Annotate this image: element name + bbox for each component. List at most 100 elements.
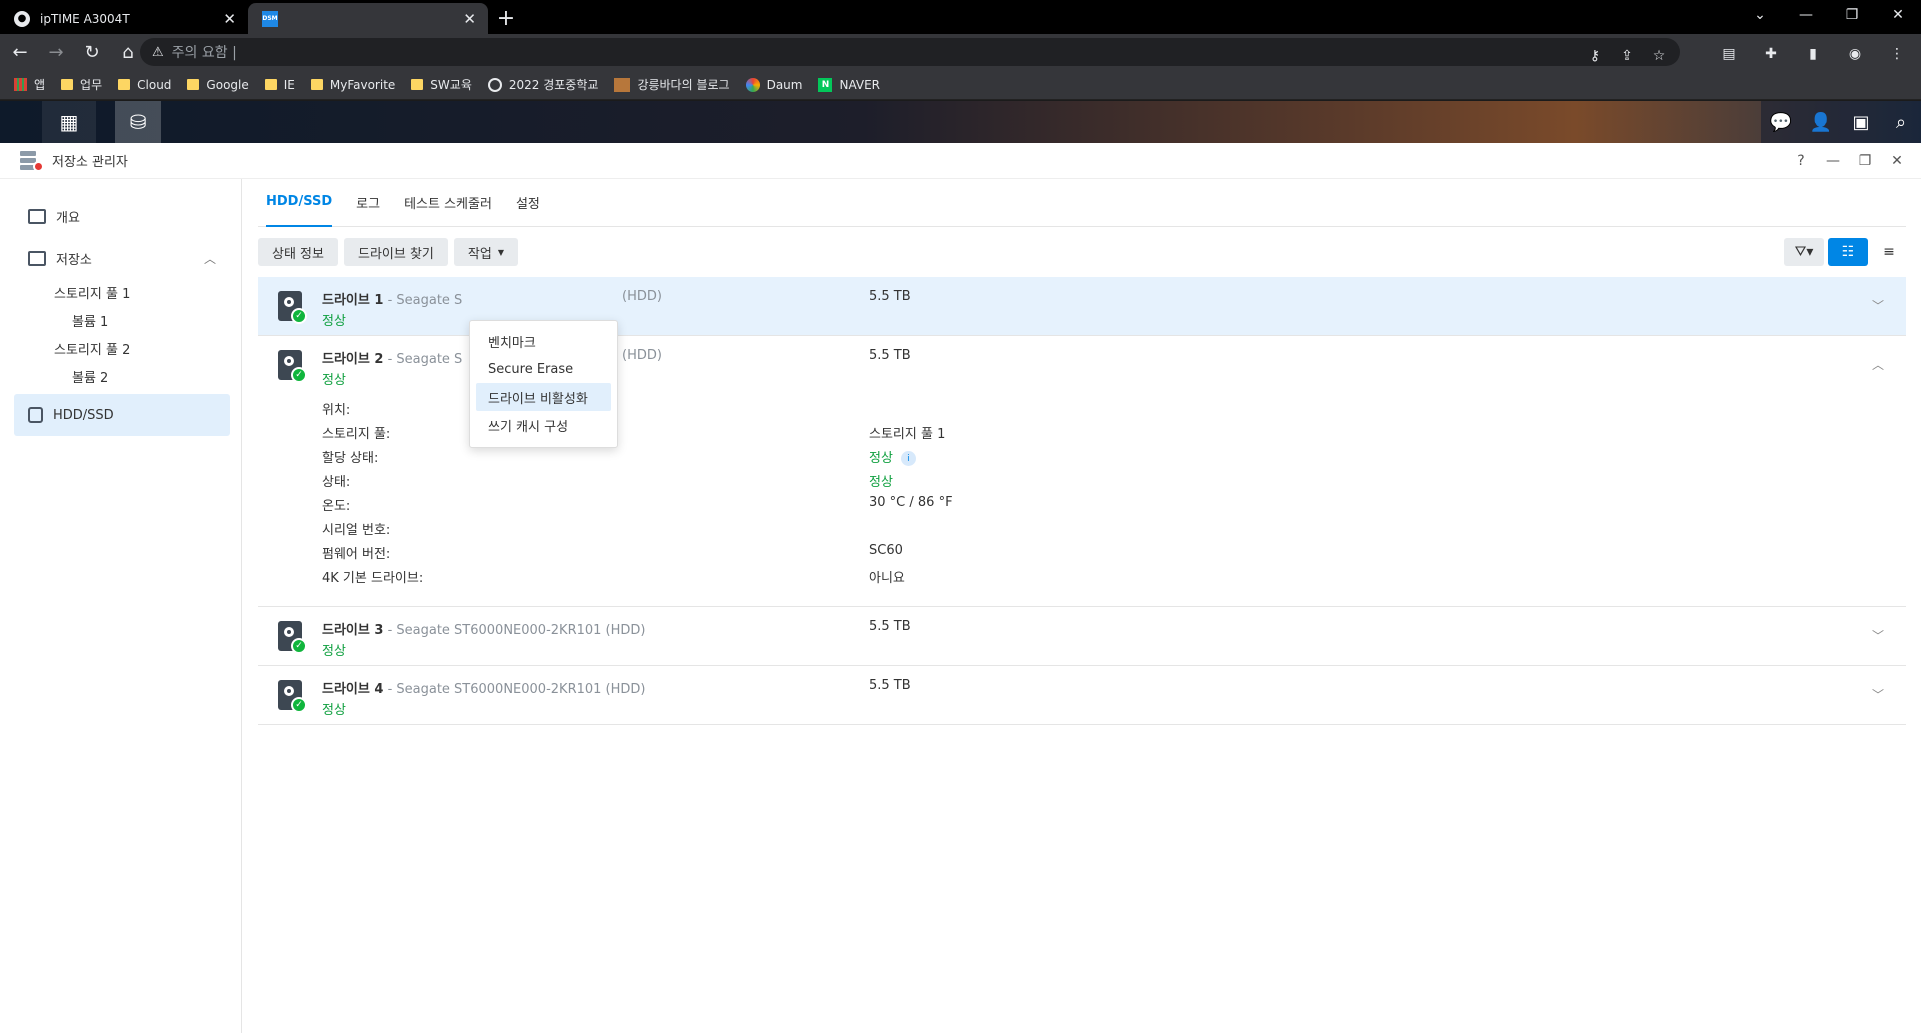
star-icon[interactable]: ☆ (1646, 42, 1672, 70)
detail-label: 스토리지 풀: (322, 427, 391, 442)
chevron-down-icon[interactable]: ⌄ (1737, 0, 1783, 30)
profile-avatar[interactable]: ◉ (1839, 38, 1871, 70)
forward-icon[interactable]: → (40, 36, 72, 68)
hdd-icon (28, 407, 43, 423)
bookmark-folder[interactable]: 업무 (61, 76, 102, 93)
bookmark-link[interactable]: Daum (745, 77, 802, 92)
storage-manager-taskbar-icon[interactable]: ⛁ (115, 101, 161, 143)
bookmark-label: 업무 (80, 78, 103, 92)
action-dropdown-button[interactable]: 작업 ▼ (453, 238, 518, 266)
filter-button[interactable]: ⛛▾ (1784, 238, 1824, 266)
drive-size: 5.5 TB (869, 348, 911, 363)
new-tab-button[interactable]: + (488, 3, 524, 34)
restore-icon[interactable]: ❐ (1829, 0, 1875, 30)
drive-name: 드라이브 3 (322, 623, 384, 638)
detail-value: 30 °C / 86 °F (869, 495, 953, 510)
bookmark-folder[interactable]: SW교육 (411, 76, 472, 93)
bookmark-apps[interactable]: 앱 (14, 76, 45, 93)
action-dropdown-menu: 벤치마크 Secure Erase 드라이브 비활성화 쓰기 캐시 구성 (469, 320, 618, 448)
maximize-icon[interactable]: ❐ (1849, 143, 1881, 179)
drive-status: 정상 (322, 373, 346, 388)
drive-row[interactable]: ✓ 드라이브 4 - Seagate ST6000NE000-2KR101 (H… (258, 666, 1906, 725)
sidebar-item-overview[interactable]: 개요 (14, 195, 230, 237)
share-icon[interactable]: ⇪ (1614, 42, 1640, 70)
daum-icon (745, 77, 760, 92)
bookmark-label: 2022 경포중학교 (508, 78, 599, 92)
storage-manager-window: 저장소 관리자 ? — ❐ ✕ 개요 저장소 ︿ 스토리지 풀 1 볼륨 1 스… (0, 143, 1921, 1033)
status-info-button[interactable]: 상태 정보 (258, 238, 338, 266)
globe-icon (487, 77, 502, 92)
key-icon[interactable]: ⚷ (1582, 42, 1608, 70)
drive-row[interactable]: ✓ 드라이브 3 - Seagate ST6000NE000-2KR101 (H… (258, 607, 1906, 666)
chevron-up-icon[interactable]: ︿ (1872, 356, 1884, 373)
sidebar-item-storage-pool-1[interactable]: 스토리지 풀 1 (14, 278, 230, 306)
menu-item-write-cache[interactable]: 쓰기 캐시 구성 (476, 411, 611, 439)
back-icon[interactable]: ← (4, 36, 36, 68)
chevron-down-icon[interactable]: ﹀ (1872, 297, 1884, 314)
detail-label: 위치: (322, 403, 351, 418)
bookmark-link[interactable]: N NAVER (818, 77, 881, 92)
reload-icon[interactable]: ↻ (76, 36, 108, 68)
bookmark-folder[interactable]: IE (264, 78, 295, 92)
find-drive-button[interactable]: 드라이브 찾기 (343, 238, 448, 266)
menu-item-benchmark[interactable]: 벤치마크 (476, 327, 611, 355)
folder-icon (411, 79, 424, 90)
puzzle-icon[interactable]: ✚ (1755, 38, 1787, 70)
tab-test-scheduler[interactable]: 테스트 스케줄러 (404, 179, 492, 227)
browser-tab-dsm[interactable]: DSM ✕ (248, 3, 488, 34)
browser-tab-iptime[interactable]: ● ipTIME A3004T ✕ (0, 3, 248, 34)
sidebar-item-storage[interactable]: 저장소 ︿ (14, 237, 230, 279)
chat-icon[interactable]: 💬 (1761, 101, 1801, 143)
drive-model: - Seagate S (387, 293, 463, 308)
info-icon[interactable]: i (900, 451, 916, 466)
menu-item-deactivate-drive[interactable]: 드라이브 비활성화 (476, 383, 611, 411)
bookmark-folder[interactable]: MyFavorite (310, 78, 395, 92)
user-icon[interactable]: 👤 (1801, 101, 1841, 143)
more-icon[interactable]: ⋮ (1881, 38, 1913, 70)
drive-model-tail: (HDD) (622, 348, 662, 363)
caret-down-icon: ▼ (497, 247, 504, 257)
detail-value: 아니요 (869, 571, 905, 586)
close-icon[interactable]: ✕ (223, 10, 236, 28)
search-icon[interactable]: ⌕ (1881, 101, 1921, 143)
tab-hdd-ssd[interactable]: HDD/SSD (266, 179, 333, 227)
globe-icon: ● (14, 10, 30, 27)
healthy-check-icon: ✓ (291, 697, 307, 713)
sidepanel-icon[interactable]: ▮ (1797, 38, 1829, 70)
help-button[interactable]: ? (1785, 143, 1817, 179)
menu-item-secure-erase[interactable]: Secure Erase (476, 355, 611, 383)
sidebar-item-storage-pool-2[interactable]: 스토리지 풀 2 (14, 334, 230, 362)
close-window-icon[interactable]: ✕ (1875, 0, 1921, 30)
minimize-icon[interactable]: — (1817, 143, 1849, 179)
extension-icon[interactable]: ▤ (1713, 38, 1745, 70)
bookmark-folder[interactable]: Cloud (118, 78, 171, 92)
detail-label: 온도: (322, 499, 351, 514)
close-icon[interactable]: ✕ (463, 10, 476, 28)
sidebar-item-hdd-ssd[interactable]: HDD/SSD (14, 394, 230, 436)
address-text: 주의 요함 | (171, 45, 237, 61)
bookmark-link[interactable]: 강릉바다의 블로그 (614, 76, 730, 93)
sidebar-item-volume-2[interactable]: 볼륨 2 (14, 362, 230, 390)
storage-manager-icon (20, 150, 44, 172)
tab-log[interactable]: 로그 (356, 179, 380, 227)
tab-title: ipTIME A3004T (40, 11, 130, 26)
minimize-icon[interactable]: — (1783, 0, 1829, 30)
detail-view-button[interactable]: ☷ (1828, 238, 1868, 266)
chevron-down-icon[interactable]: ﹀ (1872, 627, 1884, 644)
bookmark-label: NAVER (839, 77, 881, 92)
main-menu-icon[interactable]: ▦ (42, 101, 96, 143)
close-icon[interactable]: ✕ (1881, 143, 1913, 179)
address-bar[interactable]: ⚠ 주의 요함 | ⚷ ⇪ ☆ (140, 38, 1680, 66)
chevron-down-icon[interactable]: ﹀ (1872, 686, 1884, 703)
sidebar-item-label: 볼륨 2 (72, 370, 109, 386)
bookmark-link[interactable]: 2022 경포중학교 (487, 76, 599, 93)
drive-status: 정상 (322, 703, 346, 718)
sidebar-item-volume-1[interactable]: 볼륨 1 (14, 306, 230, 334)
drive-name: 드라이브 2 (322, 352, 384, 367)
tab-settings[interactable]: 설정 (516, 179, 540, 227)
browser-tabstrip: ● ipTIME A3004T ✕ DSM ✕ + ⌄ — ❐ ✕ (0, 0, 1921, 34)
chevron-up-icon[interactable]: ︿ (204, 250, 216, 267)
bookmark-folder[interactable]: Google (187, 78, 249, 92)
list-view-button[interactable]: ≡ (1872, 238, 1906, 266)
widgets-icon[interactable]: ▣ (1841, 101, 1881, 143)
